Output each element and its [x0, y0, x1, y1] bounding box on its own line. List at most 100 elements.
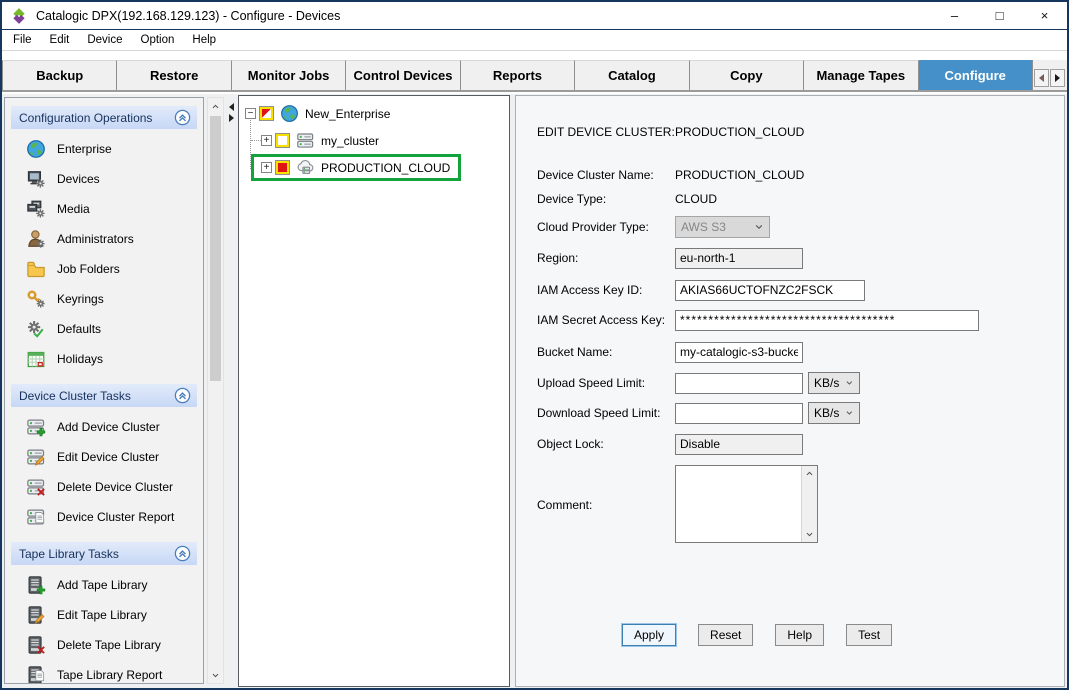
form-row-iam-access-key-id: IAM Access Key ID:	[537, 279, 865, 301]
bucket-name-field[interactable]	[675, 342, 803, 363]
upload-speed-unit-select[interactable]: KB/s	[808, 372, 860, 394]
tab-copy[interactable]: Copy	[690, 60, 804, 90]
iam-secret-access-key-field[interactable]	[675, 310, 979, 331]
holidays-icon	[25, 349, 47, 369]
task-sidebar: Configuration Operations Enterprise Devi…	[4, 97, 204, 684]
sidebar-item-label: Keyrings	[57, 292, 104, 306]
form-row-bucket-name: Bucket Name:	[537, 341, 803, 363]
sidebar-item-label: Add Tape Library	[57, 578, 148, 592]
download-speed-unit-select[interactable]: KB/s	[808, 402, 860, 424]
help-button[interactable]: Help	[775, 624, 824, 646]
sidebar-item-holidays[interactable]: Holidays	[11, 344, 197, 374]
sidebar-item-delete-device-cluster[interactable]: Delete Device Cluster	[11, 472, 197, 502]
scrollbar-up-button[interactable]	[802, 466, 817, 481]
collapse-chevron-icon[interactable]	[174, 545, 191, 562]
chevron-down-icon	[754, 222, 764, 232]
add-tape-library-icon	[25, 575, 47, 595]
reset-button[interactable]: Reset	[698, 624, 753, 646]
sidebar-item-device-cluster-report[interactable]: Device Cluster Report	[11, 502, 197, 532]
apply-button[interactable]: Apply	[622, 624, 676, 646]
edit-device-cluster-form: EDIT DEVICE CLUSTER: PRODUCTION_CLOUD De…	[515, 95, 1065, 687]
menu-device[interactable]: Device	[78, 31, 131, 49]
tree-node-new-enterprise[interactable]: − New_Enterprise	[239, 100, 509, 127]
scrollbar-thumb[interactable]	[210, 116, 221, 381]
window-controls: – □ ×	[932, 2, 1067, 29]
delete-tape-library-icon	[25, 635, 47, 655]
menu-file[interactable]: File	[4, 31, 41, 49]
download-speed-limit-field[interactable]	[675, 403, 803, 424]
sidebar-item-job-folders[interactable]: Job Folders	[11, 254, 197, 284]
section-items: Enterprise Devices Media Administrators	[11, 129, 197, 376]
tree-node-my-cluster[interactable]: + my_cluster	[239, 127, 509, 154]
iam-access-key-id-field[interactable]	[675, 280, 865, 301]
form-row-upload-speed-limit: Upload Speed Limit: KB/s	[537, 372, 860, 394]
sidebar-item-tape-library-report[interactable]: Tape Library Report	[11, 660, 197, 684]
section-header-device-cluster-tasks[interactable]: Device Cluster Tasks	[11, 384, 197, 407]
sidebar-item-keyrings[interactable]: Keyrings	[11, 284, 197, 314]
scrollbar-up-button[interactable]	[208, 98, 223, 114]
scrollbar-down-button[interactable]	[208, 667, 223, 683]
tab-monitor-jobs[interactable]: Monitor Jobs	[232, 60, 346, 90]
expand-toggle[interactable]: +	[261, 162, 272, 173]
menu-option[interactable]: Option	[132, 31, 184, 49]
menu-edit[interactable]: Edit	[41, 31, 79, 49]
comment-textarea[interactable]	[675, 465, 818, 543]
enterprise-globe-icon	[25, 139, 47, 159]
menu-help[interactable]: Help	[183, 31, 225, 49]
tab-reports[interactable]: Reports	[461, 60, 575, 90]
field-label: Device Type:	[537, 192, 675, 206]
close-button[interactable]: ×	[1022, 2, 1067, 29]
field-label: Bucket Name:	[537, 345, 675, 359]
sidebar-item-administrators[interactable]: Administrators	[11, 224, 197, 254]
title-bar: Catalogic DPX(192.168.129.123) - Configu…	[2, 2, 1067, 30]
administrators-icon	[25, 229, 47, 249]
maximize-button[interactable]: □	[977, 2, 1022, 29]
sidebar-item-label: Job Folders	[57, 262, 120, 276]
minimize-button[interactable]: –	[932, 2, 977, 29]
panel-splitter[interactable]	[226, 97, 236, 684]
section-header-configuration-operations[interactable]: Configuration Operations	[11, 106, 197, 129]
tree-checkbox-unchecked[interactable]	[276, 134, 289, 147]
tab-scroll-left-button[interactable]	[1034, 69, 1049, 87]
sidebar-item-edit-device-cluster[interactable]: Edit Device Cluster	[11, 442, 197, 472]
expand-toggle[interactable]: +	[261, 135, 272, 146]
tab-control-devices[interactable]: Control Devices	[346, 60, 460, 90]
scrollbar-down-button[interactable]	[802, 527, 817, 542]
tab-scroll-right-button[interactable]	[1050, 69, 1065, 87]
comment-scrollbar[interactable]	[801, 466, 817, 542]
selected-option: AWS S3	[681, 220, 726, 234]
tree-node-production-cloud[interactable]: + PRODUCTION_CLOUD	[239, 154, 509, 181]
sidebar-item-devices[interactable]: Devices	[11, 164, 197, 194]
section-device-cluster-tasks: Device Cluster Tasks Add Device Cluster …	[11, 384, 197, 534]
sidebar-item-enterprise[interactable]: Enterprise	[11, 134, 197, 164]
section-header-tape-library-tasks[interactable]: Tape Library Tasks	[11, 542, 197, 565]
sidebar-item-delete-tape-library[interactable]: Delete Tape Library	[11, 630, 197, 660]
section-title: Tape Library Tasks	[19, 547, 119, 561]
edit-tape-library-icon	[25, 605, 47, 625]
tab-configure[interactable]: Configure	[919, 60, 1033, 90]
tab-backup[interactable]: Backup	[2, 60, 117, 90]
tab-manage-tapes[interactable]: Manage Tapes	[804, 60, 918, 90]
section-tape-library-tasks: Tape Library Tasks Add Tape Library Edit…	[11, 542, 197, 684]
tab-strip: Backup Restore Monitor Jobs Control Devi…	[2, 60, 1067, 92]
tab-restore[interactable]: Restore	[117, 60, 231, 90]
sidebar-item-add-tape-library[interactable]: Add Tape Library	[11, 570, 197, 600]
catalogic-logo-icon	[10, 7, 28, 25]
collapse-chevron-icon[interactable]	[174, 387, 191, 404]
tree-checkbox-partial[interactable]	[260, 107, 273, 120]
main-content: Configuration Operations Enterprise Devi…	[2, 94, 1067, 688]
collapse-chevron-icon[interactable]	[174, 109, 191, 126]
sidebar-item-edit-tape-library[interactable]: Edit Tape Library	[11, 600, 197, 630]
upload-speed-limit-field[interactable]	[675, 373, 803, 394]
device-cluster-report-icon	[25, 507, 47, 527]
right-arrow-icon	[1055, 74, 1060, 82]
expand-toggle[interactable]: −	[245, 108, 256, 119]
test-button[interactable]: Test	[846, 624, 892, 646]
sidebar-item-add-device-cluster[interactable]: Add Device Cluster	[11, 412, 197, 442]
chevron-down-icon	[211, 671, 220, 680]
sidebar-item-media[interactable]: Media	[11, 194, 197, 224]
tree-checkbox-checked[interactable]	[276, 161, 289, 174]
tab-catalog[interactable]: Catalog	[575, 60, 689, 90]
sidebar-scrollbar[interactable]	[207, 97, 224, 684]
sidebar-item-defaults[interactable]: Defaults	[11, 314, 197, 344]
